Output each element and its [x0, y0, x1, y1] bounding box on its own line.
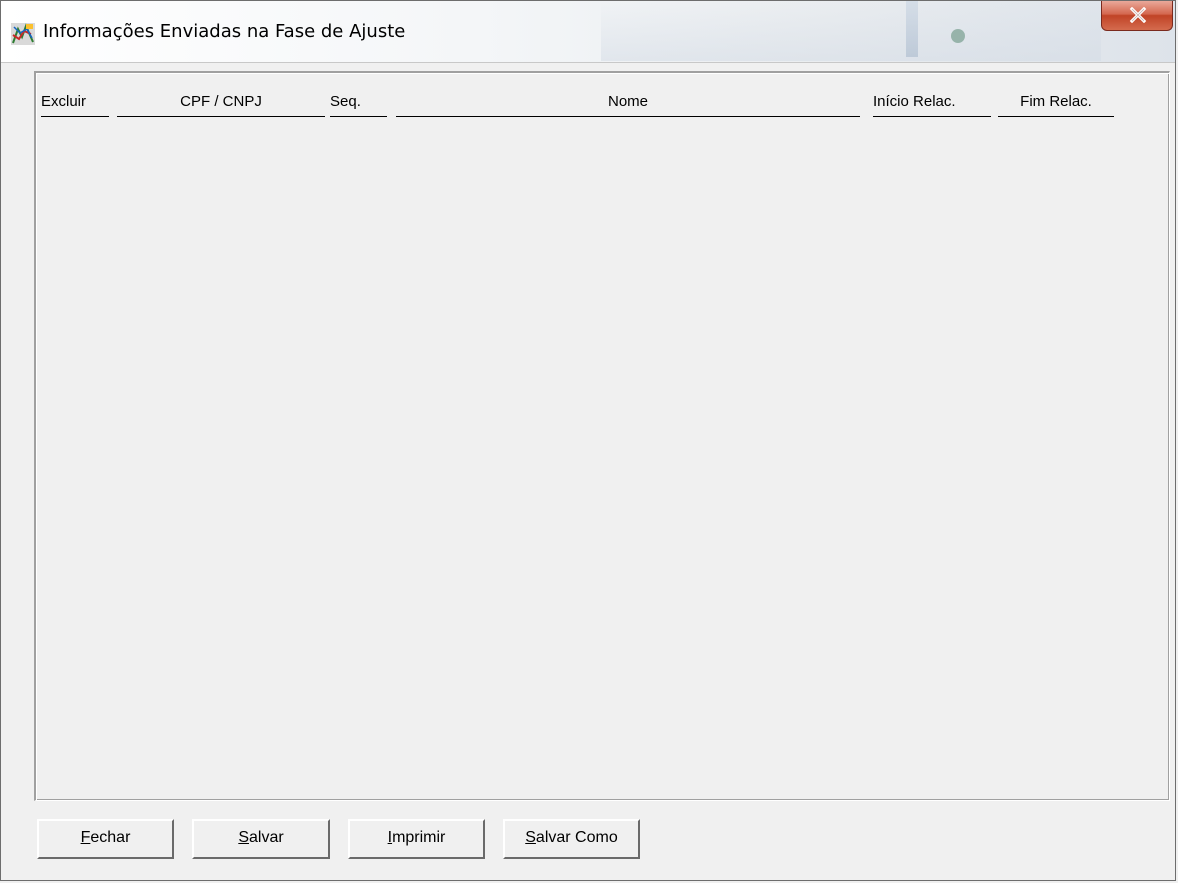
fechar-mnemonic: F	[80, 829, 91, 846]
salvar-como-mnemonic: S	[525, 829, 536, 846]
title-bar-glass	[601, 1, 1101, 61]
title-bar[interactable]: Informações Enviadas na Fase de Ajuste	[1, 1, 1175, 63]
imprimir-label: mprimir	[392, 829, 446, 846]
salvar-button[interactable]: Salvar	[192, 819, 330, 859]
background-glass-bar	[906, 1, 918, 57]
salvar-mnemonic: S	[238, 829, 249, 846]
window-title: Informações Enviadas na Fase de Ajuste	[43, 21, 406, 42]
column-header-excluir[interactable]: Excluir	[41, 91, 109, 117]
imprimir-button[interactable]: Imprimir	[348, 819, 485, 859]
column-header-fim-relac[interactable]: Fim Relac.	[998, 91, 1114, 117]
results-list-panel[interactable]	[34, 71, 1170, 801]
salvar-label: alvar	[248, 829, 284, 846]
salvar-como-label: alvar Como	[535, 829, 618, 846]
column-header-seq[interactable]: Seq.	[330, 91, 387, 117]
column-header-nome[interactable]: Nome	[396, 91, 860, 117]
close-button[interactable]	[1101, 1, 1173, 31]
fechar-label: echar	[90, 829, 131, 846]
column-header-cpf-cnpj[interactable]: CPF / CNPJ	[117, 91, 325, 117]
close-x-icon	[1129, 7, 1147, 23]
app-icon	[11, 23, 35, 45]
dialog-window: Informações Enviadas na Fase de Ajuste E…	[0, 0, 1176, 881]
fechar-button[interactable]: Fechar	[37, 819, 174, 859]
salvar-como-button[interactable]: Salvar Como	[503, 819, 640, 859]
column-header-inicio-relac[interactable]: Início Relac.	[873, 91, 991, 117]
background-glass-dot	[951, 29, 965, 43]
